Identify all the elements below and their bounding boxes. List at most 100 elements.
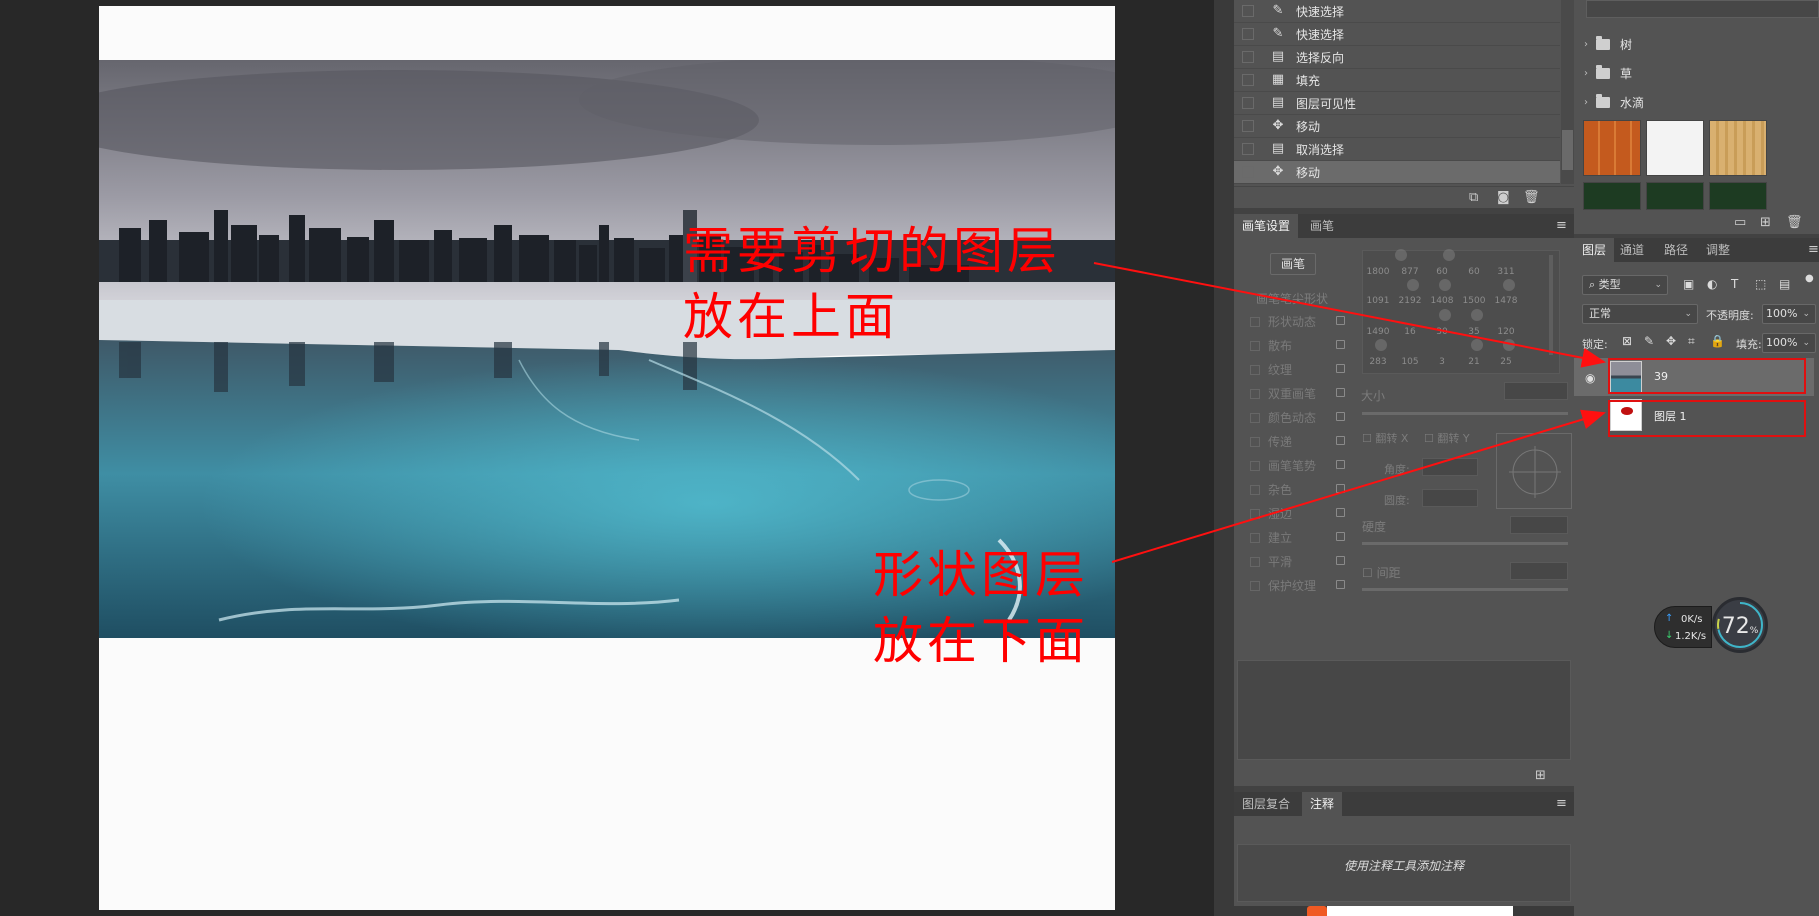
history-item[interactable]: ▤ 图层可见性 [1234,92,1560,115]
brush-option[interactable]: 杂色 [1250,481,1292,498]
brush-option[interactable]: 形状动态 [1250,313,1316,330]
filter-toggle-icon[interactable]: ● [1805,273,1814,284]
history-scroll-thumb[interactable] [1562,130,1573,170]
tab-paths[interactable]: 路径 [1656,238,1696,262]
history-checkbox[interactable] [1242,74,1254,86]
panel-menu-icon[interactable]: ≡ [1808,242,1819,257]
document-canvas[interactable] [99,6,1115,910]
trash-icon[interactable]: 🗑 [1786,215,1803,230]
marble-texture-tile[interactable] [1646,120,1704,176]
lock-icon[interactable] [1336,484,1345,493]
opacity-field[interactable]: 100% ⌄ [1762,304,1816,324]
tab-channels[interactable]: 通道 [1612,238,1652,262]
library-folder[interactable]: › 草 [1584,62,1632,84]
history-checkbox[interactable] [1242,28,1254,40]
history-checkbox[interactable] [1242,120,1254,132]
brush-option[interactable]: 传递 [1250,433,1292,450]
angle-field[interactable] [1422,458,1478,476]
lock-artboard-icon[interactable]: ⌗ [1688,334,1695,349]
brush-option[interactable]: 双重画笔 [1250,385,1316,402]
roundness-field[interactable] [1422,489,1478,507]
wood-texture-tile[interactable] [1709,120,1767,176]
grass-texture-tile[interactable] [1646,182,1704,210]
tab-layers[interactable]: 图层 [1574,238,1615,262]
create-new-brush-icon[interactable]: ⊞ [1535,768,1546,783]
size-field[interactable] [1504,382,1568,400]
brush-option[interactable]: 散布 [1250,337,1292,354]
lock-all-icon[interactable]: 🔒 [1710,334,1725,348]
spacing-slider[interactable] [1362,588,1568,591]
size-slider[interactable] [1362,412,1568,415]
panel-menu-icon[interactable]: ≡ [1556,218,1567,233]
brush-option[interactable]: 纹理 [1250,361,1292,378]
brush-tip-shape-label[interactable]: 画笔笔尖形状 [1256,290,1328,307]
history-item[interactable]: ▤ 取消选择 [1234,138,1560,161]
spacing-checkbox[interactable]: ☐ 间距 [1362,564,1401,581]
lock-transparency-icon[interactable]: ⊠ [1622,334,1632,348]
lock-icon[interactable] [1336,436,1345,445]
library-folder[interactable]: › 树 [1584,33,1632,55]
fill-field[interactable]: 100% ⌄ [1762,333,1816,353]
flip-x-checkbox[interactable]: ☐ 翻转 X [1362,430,1408,446]
panel-menu-icon[interactable]: ≡ [1556,796,1567,811]
type-layer-filter-icon[interactable]: T [1731,277,1738,291]
eye-icon[interactable]: ◉ [1585,371,1595,385]
history-checkbox[interactable] [1242,97,1254,109]
lock-icon[interactable] [1336,388,1345,397]
tab-notes[interactable]: 注释 [1302,792,1343,816]
history-item[interactable]: ▤ 选择反向 [1234,46,1560,69]
brush-option[interactable]: 建立 [1250,529,1292,546]
taskbar-app-icon[interactable] [1307,906,1327,916]
lock-icon[interactable] [1336,340,1345,349]
trash-icon[interactable]: 🗑 [1523,190,1540,205]
library-folder[interactable]: › 水滴 [1584,91,1644,113]
network-speed-widget[interactable]: ↑ 0K/s ↓ 1.2K/s [1654,606,1712,648]
lock-position-icon[interactable]: ✥ [1666,334,1676,348]
folder-add-icon[interactable]: ▭ [1734,215,1746,230]
blend-mode-select[interactable]: 正常 ⌄ [1582,304,1698,324]
taskbar-toolbar[interactable] [1327,906,1513,916]
hardness-slider[interactable] [1362,542,1568,545]
history-checkbox[interactable] [1242,51,1254,63]
hardness-field[interactable] [1510,516,1568,534]
grass-texture-tile[interactable] [1709,182,1767,210]
camera-icon[interactable]: ◙ [1497,190,1510,205]
chevron-right-icon[interactable]: › [1584,68,1588,79]
history-checkbox[interactable] [1242,143,1254,155]
brush-option[interactable]: 湿边 [1250,505,1292,522]
tab-adjustments[interactable]: 调整 [1698,238,1738,262]
history-item-selected[interactable]: ✥ 移动 [1234,161,1560,184]
eye-icon[interactable]: ◉ [1585,409,1595,423]
brush-option[interactable]: 颜色动态 [1250,409,1316,426]
history-item[interactable]: ▦ 填充 [1234,69,1560,92]
libraries-search[interactable] [1586,0,1819,18]
shape-layer-filter-icon[interactable]: ⬚ [1755,277,1766,291]
tab-layer-comps[interactable]: 图层复合 [1234,792,1298,816]
brush-button[interactable]: 画笔 [1270,253,1316,275]
history-item[interactable]: ✥ 移动 [1234,115,1560,138]
history-item[interactable]: ✎ 快速选择 [1234,0,1560,23]
brick-texture-tile[interactable] [1583,120,1641,176]
brush-option[interactable]: 平滑 [1250,553,1292,570]
add-icon[interactable]: ⊞ [1760,215,1771,230]
lock-icon[interactable] [1336,580,1345,589]
chevron-right-icon[interactable]: › [1584,39,1588,50]
history-checkbox[interactable] [1242,166,1254,178]
lock-brush-icon[interactable]: ✎ [1644,334,1654,348]
new-document-from-state-icon[interactable]: ⧉ [1469,190,1478,205]
adjustment-layer-filter-icon[interactable]: ◐ [1707,277,1717,291]
lock-icon[interactable] [1336,508,1345,517]
chevron-right-icon[interactable]: › [1584,97,1588,108]
spacing-field[interactable] [1510,562,1568,580]
lock-icon[interactable] [1336,364,1345,373]
layer-filter-select[interactable]: ⌕ 类型 ⌄ [1582,275,1668,295]
tab-brush[interactable]: 画笔 [1302,214,1342,238]
lock-icon[interactable] [1336,460,1345,469]
lock-icon[interactable] [1336,316,1345,325]
brush-option[interactable]: 画笔笔势 [1250,457,1316,474]
smart-object-filter-icon[interactable]: ▤ [1779,277,1790,291]
brush-preset-grid[interactable]: 1800 877 60 60 311 1091 2192 1408 1500 1… [1362,249,1560,374]
brush-option[interactable]: 保护纹理 [1250,577,1316,594]
tab-brush-settings[interactable]: 画笔设置 [1234,214,1299,238]
history-item[interactable]: ✎ 快速选择 [1234,23,1560,46]
